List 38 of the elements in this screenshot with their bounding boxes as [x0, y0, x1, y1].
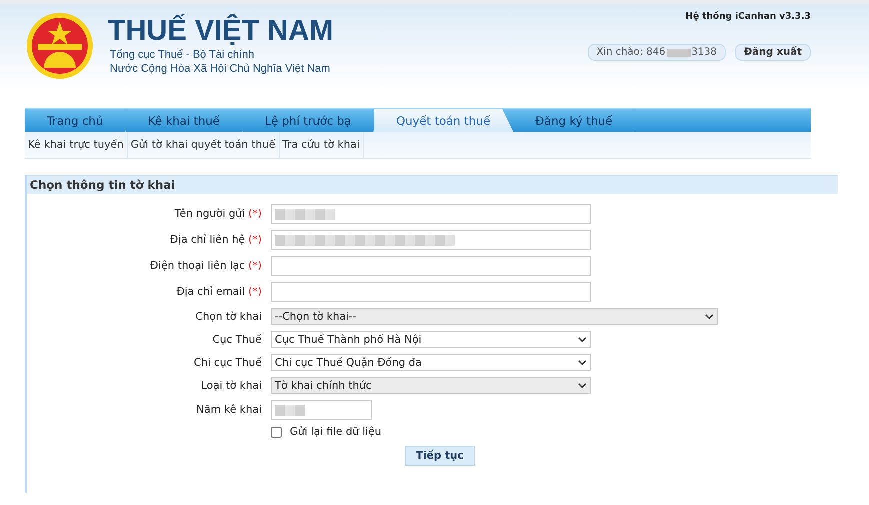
field-label: Điện thoại liên lạc (*) — [149, 260, 262, 272]
caret-icon — [578, 382, 587, 388]
caret-icon — [705, 314, 714, 320]
checkbox-label: Gửi lại file dữ liệu — [290, 426, 382, 438]
system-version: Hệ thống iCanhan v3.3.3 — [686, 12, 811, 22]
subnav-link[interactable]: Tra cứu tờ khai — [280, 132, 364, 158]
text-field[interactable] — [271, 400, 372, 420]
greeting-text: Xin chào: 846 — [596, 47, 666, 58]
caret-icon — [578, 360, 587, 366]
subnav-link[interactable]: Kê khai trực tuyến — [25, 132, 128, 158]
caret-icon — [578, 336, 587, 342]
logout-button[interactable]: Đăng xuất — [735, 44, 811, 61]
text-field[interactable] — [271, 256, 591, 276]
field-label: Tên người gửi (*) — [174, 208, 262, 220]
field-label: Địa chỉ email (*) — [176, 286, 262, 298]
site-subtitle: Nước Cộng Hòa Xã Hội Chủ Nghĩa Việt Nam — [110, 62, 332, 76]
dropdown[interactable]: --Chọn tờ khai-- — [271, 308, 718, 325]
nav-tab[interactable]: Quyết toán thuế — [374, 109, 514, 132]
site-title: THUẾ VIỆT NAM — [108, 14, 334, 48]
greeting-number: 3138 — [692, 47, 718, 58]
subnav-link[interactable]: Gửi tờ khai quyết toán thuế — [128, 132, 280, 158]
dropdown[interactable]: Tờ khai chính thức — [271, 377, 591, 394]
field-label: Địa chỉ liên hệ (*) — [169, 234, 262, 246]
dropdown[interactable]: Cục Thuế Thành phố Hà Nội — [271, 331, 591, 348]
text-field[interactable] — [271, 230, 591, 250]
checkbox[interactable] — [271, 426, 282, 438]
text-field[interactable] — [271, 204, 591, 224]
panel-title: Chọn thông tin tờ khai — [27, 175, 838, 194]
continue-button[interactable]: Tiếp tục — [405, 446, 475, 466]
field-label: Chọn tờ khai — [194, 310, 262, 322]
field-label: Loại tờ khai — [200, 380, 262, 392]
field-label: Năm kê khai — [196, 404, 262, 416]
field-label: Cục Thuế — [212, 334, 262, 346]
dropdown[interactable]: Chi cục Thuế Quận Đống đa — [271, 354, 591, 371]
text-field[interactable] — [271, 282, 591, 302]
site-subtitle: Tổng cục Thuế - Bộ Tài chính — [110, 48, 256, 62]
field-label: Chi cục Thuế — [193, 356, 262, 368]
emblem-logo — [26, 12, 94, 80]
